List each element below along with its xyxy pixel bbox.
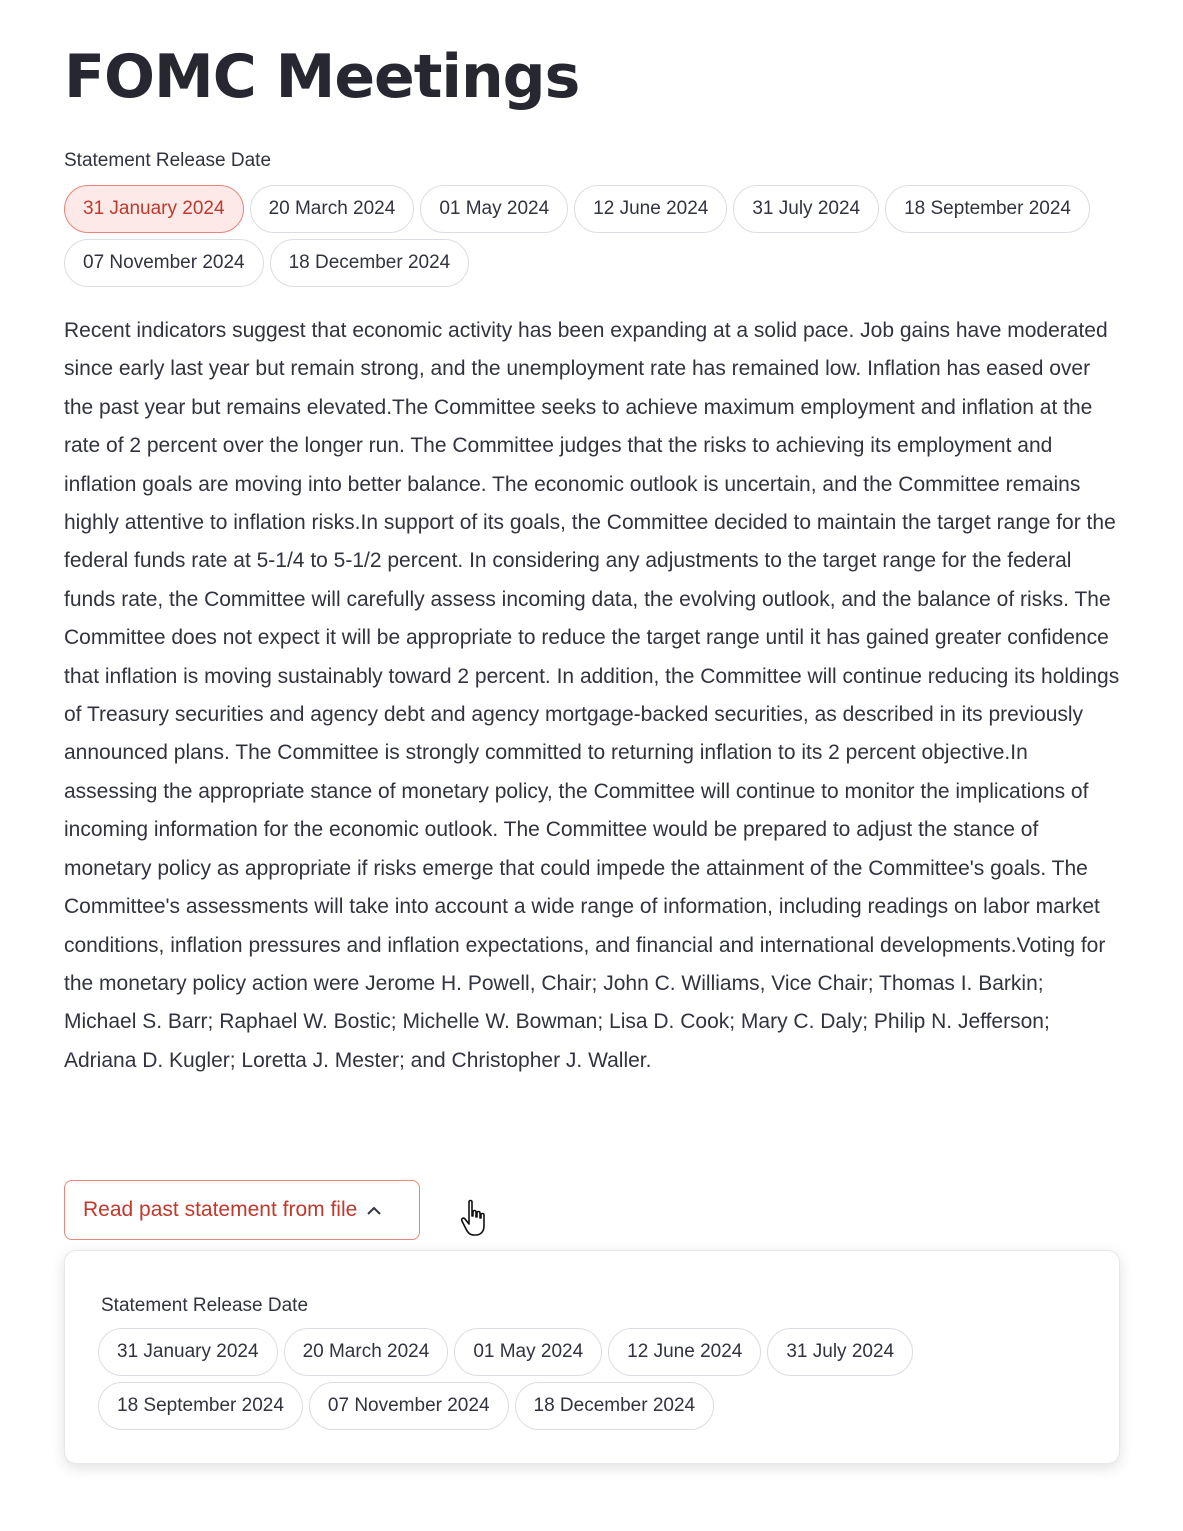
expander-label: Read past statement from file — [83, 1198, 358, 1221]
date-selector-label: Statement Release Date — [64, 150, 272, 171]
panel-date-option-3[interactable]: 12 June 2024 — [608, 1328, 762, 1376]
date-option-6[interactable]: 07 November 2024 — [64, 239, 264, 287]
date-option-7[interactable]: 18 December 2024 — [269, 239, 470, 287]
page-title: FOMC Meetings — [64, 42, 580, 112]
date-option-0[interactable]: 31 January 2024 — [64, 185, 244, 233]
panel-date-option-5[interactable]: 18 September 2024 — [98, 1382, 303, 1430]
panel-date-option-0[interactable]: 31 January 2024 — [98, 1328, 278, 1376]
hand-cursor-icon — [460, 1199, 485, 1236]
panel-date-option-1[interactable]: 20 March 2024 — [283, 1328, 449, 1376]
panel-date-option-4[interactable]: 31 July 2024 — [767, 1328, 914, 1376]
date-option-4[interactable]: 31 July 2024 — [733, 185, 880, 233]
date-option-3[interactable]: 12 June 2024 — [574, 185, 728, 233]
panel-date-option-6[interactable]: 07 November 2024 — [308, 1382, 509, 1430]
read-past-statement-expander[interactable]: Read past statement from file — [64, 1180, 420, 1240]
date-option-1[interactable]: 20 March 2024 — [249, 185, 415, 233]
chevron-up-icon — [367, 1200, 382, 1221]
panel-date-option-2[interactable]: 01 May 2024 — [454, 1328, 603, 1376]
date-option-5[interactable]: 18 September 2024 — [885, 185, 1090, 233]
panel-date-selector: 31 January 2024 20 March 2024 01 May 2024 1… — [98, 1328, 1098, 1430]
panel-date-option-7[interactable]: 18 December 2024 — [514, 1382, 715, 1430]
panel-date-selector-label: Statement Release Date — [101, 1295, 309, 1316]
date-selector: 31 January 2024 20 March 2024 01 May 2024 1… — [64, 185, 1104, 287]
date-option-2[interactable]: 01 May 2024 — [420, 185, 569, 233]
statement-text: Recent indicators suggest that economic … — [64, 319, 1120, 1072]
